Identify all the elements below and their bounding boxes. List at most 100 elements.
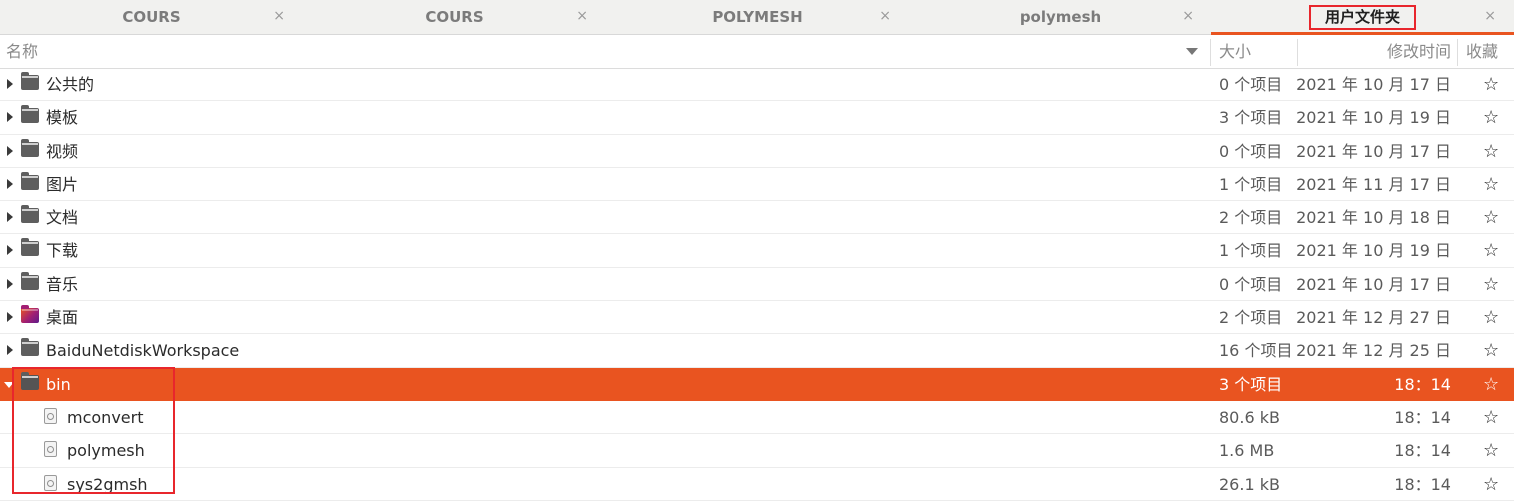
folder-icon <box>21 205 39 224</box>
star-outline-icon[interactable]: ☆ <box>1483 334 1499 367</box>
column-modified-header[interactable]: 修改时间 <box>1387 36 1451 68</box>
close-icon[interactable]: × <box>273 8 285 24</box>
column-divider[interactable] <box>1210 39 1211 66</box>
executable-file-icon <box>44 474 57 491</box>
item-size: 2 个项目 <box>1219 308 1283 328</box>
item-name: 下载 <box>46 241 79 261</box>
star-outline-icon[interactable]: ☆ <box>1483 68 1499 101</box>
list-item-file[interactable]: polymesh 1.6 MB 18：14 ☆ <box>0 434 1514 468</box>
item-modified: 2021 年 12 月 25 日 <box>1296 341 1451 361</box>
star-outline-icon[interactable]: ☆ <box>1483 234 1499 267</box>
tab-home-folder[interactable]: 用户文件夹 × <box>1211 0 1514 35</box>
column-header: 名称 大小 修改时间 收藏 <box>0 36 1514 69</box>
tab-cours-2[interactable]: COURS × <box>303 0 606 34</box>
close-icon[interactable]: × <box>1484 8 1496 24</box>
item-name: 图片 <box>46 174 79 194</box>
item-name: 桌面 <box>46 308 79 328</box>
star-outline-icon[interactable]: ☆ <box>1483 468 1499 501</box>
star-outline-icon[interactable]: ☆ <box>1483 368 1499 401</box>
item-modified: 2021 年 10 月 18 日 <box>1296 208 1451 228</box>
tab-polymesh-lower[interactable]: polymesh × <box>909 0 1212 34</box>
active-tab-indicator <box>1211 32 1514 35</box>
column-divider[interactable] <box>1457 39 1458 66</box>
item-modified: 18：14 <box>1394 474 1451 494</box>
collapse-arrow-icon[interactable] <box>4 381 14 388</box>
item-name: BaiduNetdiskWorkspace <box>46 341 240 361</box>
item-size: 26.1 kB <box>1219 474 1280 494</box>
folder-icon <box>21 371 39 390</box>
item-size: 3 个项目 <box>1219 108 1283 128</box>
column-divider[interactable] <box>1297 39 1298 66</box>
folder-icon <box>21 238 39 257</box>
column-favorite-header[interactable]: 收藏 <box>1466 36 1498 68</box>
item-modified: 2021 年 10 月 17 日 <box>1296 75 1451 94</box>
desktop-folder-icon <box>21 305 39 324</box>
item-modified: 2021 年 11 月 17 日 <box>1296 174 1451 194</box>
star-outline-icon[interactable]: ☆ <box>1483 135 1499 168</box>
list-item-folder[interactable]: 文档 2 个项目 2021 年 10 月 18 日 ☆ <box>0 201 1514 235</box>
folder-icon <box>21 271 39 290</box>
item-size: 0 个项目 <box>1219 75 1283 94</box>
file-list: 公共的 0 个项目 2021 年 10 月 17 日 ☆ 模板 3 个项目 20… <box>0 68 1514 501</box>
item-modified: 2021 年 10 月 17 日 <box>1296 274 1451 294</box>
list-item-folder[interactable]: 图片 1 个项目 2021 年 11 月 17 日 ☆ <box>0 168 1514 202</box>
expand-arrow-icon[interactable] <box>7 278 13 289</box>
close-icon[interactable]: × <box>879 8 891 24</box>
star-outline-icon[interactable]: ☆ <box>1483 168 1499 201</box>
tab-label: COURS <box>425 8 484 26</box>
tab-label: 用户文件夹 <box>1308 4 1416 30</box>
expand-arrow-icon[interactable] <box>7 145 13 156</box>
item-name: 文档 <box>46 208 79 228</box>
item-name: sys2gmsh <box>67 474 148 494</box>
folder-icon <box>21 171 39 190</box>
list-item-file[interactable]: mconvert 80.6 kB 18：14 ☆ <box>0 401 1514 435</box>
folder-icon <box>21 105 39 124</box>
list-item-folder[interactable]: 音乐 0 个项目 2021 年 10 月 17 日 ☆ <box>0 268 1514 302</box>
tab-label: POLYMESH <box>712 8 803 26</box>
item-modified: 2021 年 10 月 19 日 <box>1296 241 1451 261</box>
list-item-folder[interactable]: 公共的 0 个项目 2021 年 10 月 17 日 ☆ <box>0 68 1514 102</box>
item-modified: 18：14 <box>1394 374 1451 394</box>
expand-arrow-icon[interactable] <box>7 79 13 89</box>
column-size-header[interactable]: 大小 <box>1219 36 1251 68</box>
star-outline-icon[interactable]: ☆ <box>1483 268 1499 301</box>
list-item-folder[interactable]: 视频 0 个项目 2021 年 10 月 17 日 ☆ <box>0 135 1514 168</box>
star-outline-icon[interactable]: ☆ <box>1483 201 1499 234</box>
item-name: 模板 <box>46 108 79 128</box>
star-outline-icon[interactable]: ☆ <box>1483 434 1499 467</box>
item-size: 80.6 kB <box>1219 407 1280 427</box>
expand-arrow-icon[interactable] <box>7 178 13 189</box>
star-outline-icon[interactable]: ☆ <box>1483 101 1499 134</box>
item-size: 16 个项目 <box>1219 341 1293 361</box>
tab-cours-1[interactable]: COURS × <box>0 0 303 34</box>
close-icon[interactable]: × <box>1182 8 1194 24</box>
expand-arrow-icon[interactable] <box>7 212 13 223</box>
list-item-folder[interactable]: 下载 1 个项目 2021 年 10 月 19 日 ☆ <box>0 234 1514 268</box>
folder-icon <box>21 72 39 90</box>
list-item-file[interactable]: sys2gmsh 26.1 kB 18：14 ☆ <box>0 468 1514 501</box>
expand-arrow-icon[interactable] <box>7 112 13 123</box>
expand-arrow-icon[interactable] <box>7 312 13 323</box>
tab-label: COURS <box>122 8 181 26</box>
tab-polymesh-upper[interactable]: POLYMESH × <box>606 0 909 34</box>
star-outline-icon[interactable]: ☆ <box>1483 301 1499 334</box>
item-name: 公共的 <box>46 75 95 94</box>
item-size: 1 个项目 <box>1219 174 1283 194</box>
list-item-folder[interactable]: 桌面 2 个项目 2021 年 12 月 27 日 ☆ <box>0 301 1514 335</box>
folder-icon <box>21 138 39 157</box>
list-item-folder[interactable]: BaiduNetdiskWorkspace 16 个项目 2021 年 12 月… <box>0 334 1514 368</box>
expand-arrow-icon[interactable] <box>7 245 13 256</box>
tab-label: polymesh <box>1019 8 1102 26</box>
item-size: 0 个项目 <box>1219 141 1283 161</box>
column-name-header[interactable]: 名称 <box>6 36 38 68</box>
sort-descending-icon[interactable] <box>1186 48 1198 55</box>
star-outline-icon[interactable]: ☆ <box>1483 401 1499 434</box>
item-name: mconvert <box>67 407 144 427</box>
item-name: 音乐 <box>46 274 79 294</box>
list-item-folder[interactable]: 模板 3 个项目 2021 年 10 月 19 日 ☆ <box>0 101 1514 135</box>
list-item-folder-selected[interactable]: bin 3 个项目 18：14 ☆ <box>0 367 1514 401</box>
close-icon[interactable]: × <box>576 8 588 24</box>
executable-file-icon <box>44 441 57 458</box>
expand-arrow-icon[interactable] <box>7 345 13 356</box>
folder-icon <box>21 338 39 357</box>
